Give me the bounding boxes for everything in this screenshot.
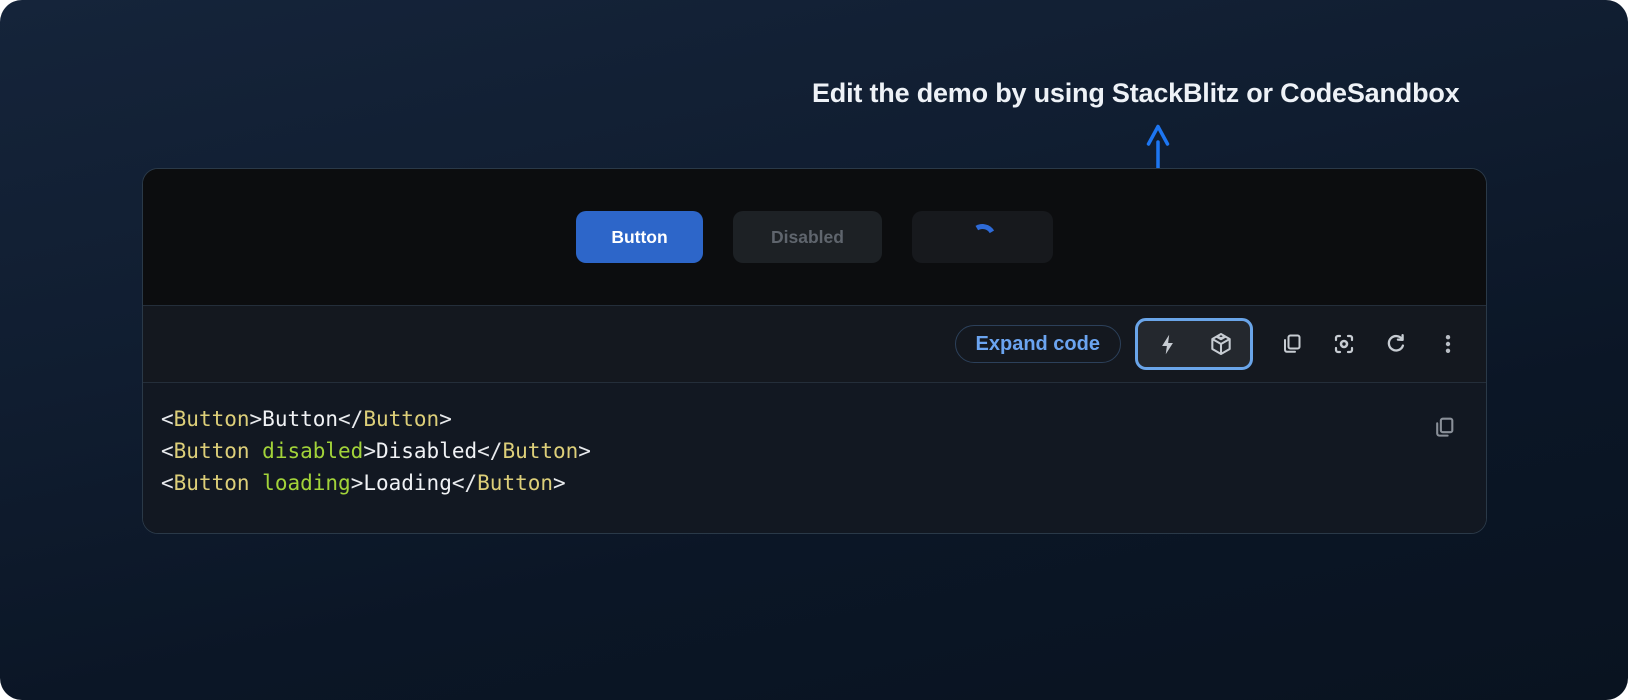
demo-panel: Button Disabled Expand code xyxy=(142,168,1487,534)
demo-loading-button[interactable] xyxy=(912,211,1053,263)
loading-spinner-icon xyxy=(966,221,999,254)
standalone-scan-icon[interactable] xyxy=(1331,331,1357,357)
codesandbox-cube-icon[interactable] xyxy=(1208,331,1234,357)
code-lines: <Button>Button</Button><Button disabled>… xyxy=(161,403,1486,499)
code-copy-icon[interactable] xyxy=(1431,414,1457,440)
stackblitz-bolt-icon[interactable] xyxy=(1154,331,1180,357)
code-line: <Button>Button</Button> xyxy=(161,403,1486,435)
expand-code-button[interactable]: Expand code xyxy=(955,325,1121,363)
code-block: <Button>Button</Button><Button disabled>… xyxy=(143,383,1486,533)
code-line: <Button disabled>Disabled</Button> xyxy=(161,435,1486,467)
demo-preview-area: Button Disabled xyxy=(143,169,1486,305)
demo-disabled-button: Disabled xyxy=(733,211,882,263)
copy-code-icon[interactable] xyxy=(1279,331,1305,357)
more-vertical-icon[interactable] xyxy=(1435,331,1461,357)
refresh-icon[interactable] xyxy=(1383,331,1409,357)
demo-toolbar: Expand code xyxy=(143,305,1486,383)
editor-icon-group xyxy=(1135,318,1253,370)
code-line: <Button loading>Loading</Button> xyxy=(161,467,1486,499)
demo-primary-button[interactable]: Button xyxy=(576,211,703,263)
annotation-text: Edit the demo by using StackBlitz or Cod… xyxy=(812,78,1512,109)
docs-dark-page: Edit the demo by using StackBlitz or Cod… xyxy=(0,0,1628,700)
